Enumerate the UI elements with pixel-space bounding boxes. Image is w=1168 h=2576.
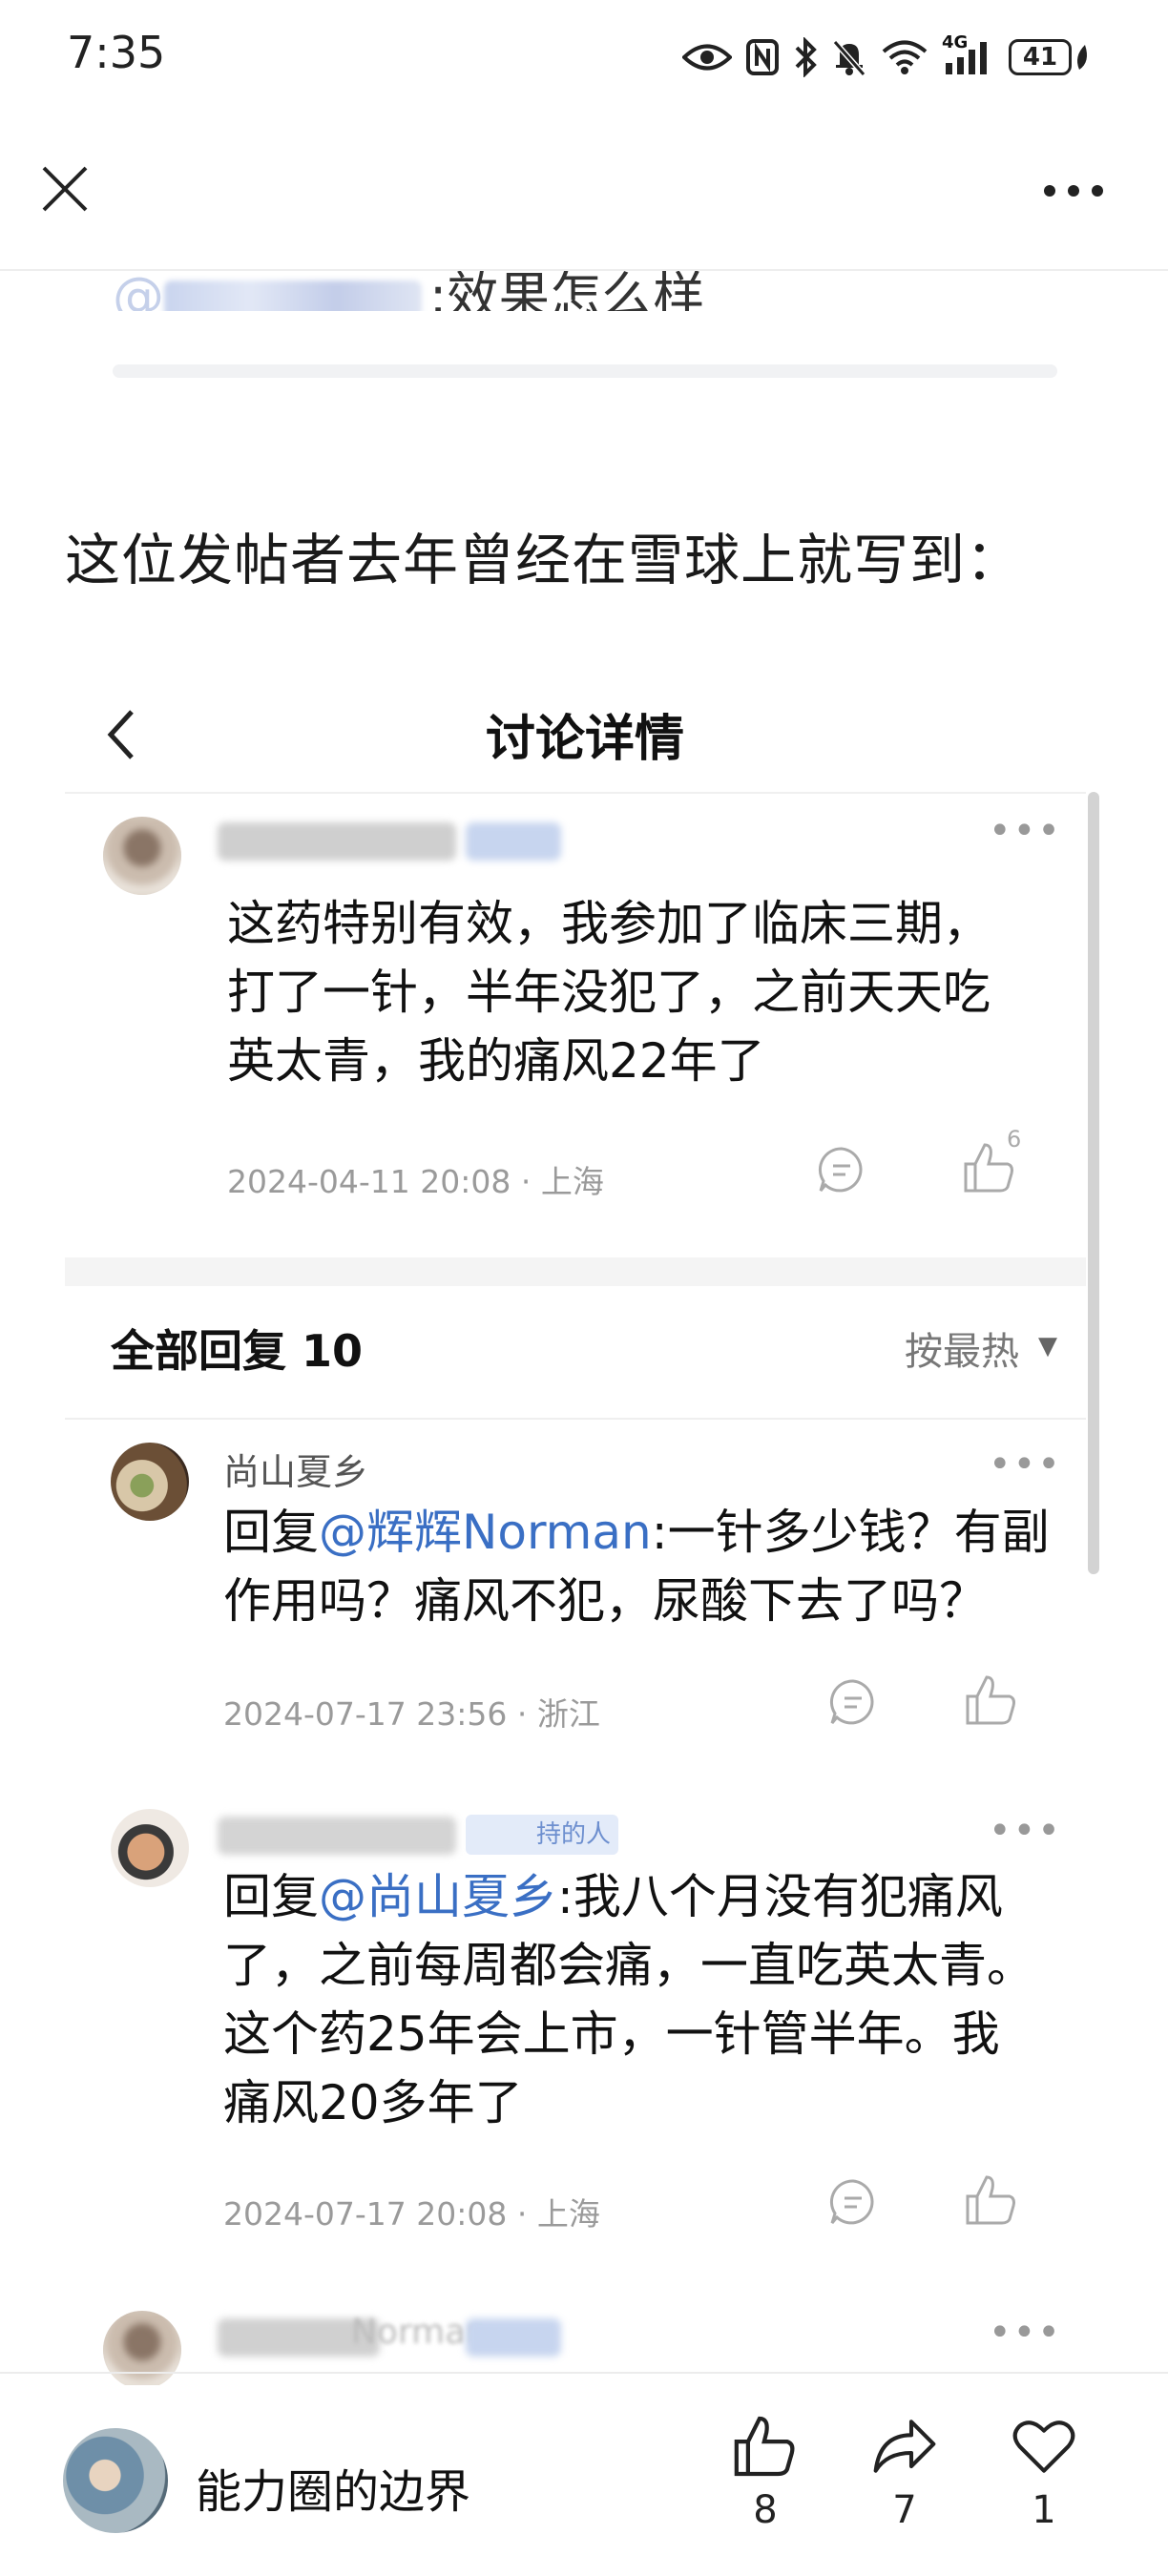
bottom-bar-divider bbox=[0, 2372, 1168, 2374]
post-author-badge-blurred bbox=[466, 822, 561, 861]
reply-like-icon[interactable] bbox=[964, 1673, 1019, 1727]
reply-prefix: 回复 bbox=[223, 1869, 319, 1924]
reply-comment-icon[interactable] bbox=[828, 2177, 878, 2227]
nfc-icon bbox=[745, 38, 780, 76]
reply-author-badge: 持的人 bbox=[466, 1815, 618, 1855]
mute-bell-icon bbox=[831, 38, 867, 76]
reply-text: 回复@辉辉Norman:一针多少钱？有副 作用吗？痛风不犯，尿酸下去了吗？ bbox=[223, 1498, 1050, 1635]
replies-divider bbox=[65, 1418, 1086, 1420]
favorite-count: 1 bbox=[1032, 2488, 1056, 2532]
post-text-line: 英太青，我的痛风22年了 bbox=[227, 1033, 765, 1089]
like-count: 8 bbox=[753, 2488, 778, 2532]
blurred-username bbox=[164, 280, 422, 311]
status-time: 7:35 bbox=[67, 27, 166, 78]
reply-mention[interactable]: @尚山夏乡 bbox=[319, 1869, 557, 1924]
reply-avatar bbox=[103, 2311, 181, 2385]
heart-icon bbox=[1012, 2420, 1075, 2473]
post-meta: 2024-04-11 20:08 · 上海 bbox=[227, 1163, 604, 1200]
reply-text-line: :一针多少钱？有副 bbox=[651, 1505, 1050, 1560]
reply-author-badge-blurred bbox=[466, 2318, 561, 2357]
status-bar: 7:35 4G 41 bbox=[0, 0, 1168, 114]
scrollbar bbox=[1088, 792, 1099, 1574]
post-like-count: 6 bbox=[1007, 1126, 1022, 1153]
reply-avatar bbox=[111, 1809, 189, 1887]
article-paragraph: 这位发帖者去年曾经在雪球上就写到： bbox=[65, 528, 1023, 592]
status-icons: 4G 41 bbox=[682, 29, 1093, 86]
close-button[interactable] bbox=[38, 162, 92, 216]
reply-text-line: 了，之前每周都会痛，一直吃英太青。 bbox=[223, 1938, 1034, 1993]
post-author-name-blurred bbox=[218, 822, 456, 861]
embedded-title: 讨论详情 bbox=[485, 711, 684, 768]
mention-at: @ bbox=[113, 266, 164, 311]
section-separator bbox=[65, 1257, 1086, 1286]
quote-block-bottom bbox=[113, 364, 1057, 378]
wifi-icon bbox=[881, 39, 928, 75]
post-author-avatar bbox=[103, 817, 181, 895]
back-arrow-icon bbox=[107, 710, 134, 759]
eye-icon bbox=[682, 41, 732, 73]
embedded-header-divider bbox=[65, 792, 1086, 794]
post-more-icon[interactable]: ••• bbox=[989, 809, 1062, 853]
reply-text-line: 作用吗？痛风不犯，尿酸下去了吗？ bbox=[223, 1573, 987, 1629]
share-button[interactable]: 7 bbox=[847, 2414, 962, 2532]
bluetooth-icon bbox=[793, 37, 818, 77]
post-text-line: 打了一针，半年没犯了，之前天天吃 bbox=[227, 965, 991, 1020]
reply-text-line: 这个药25年会上市，一针管半年。我 bbox=[223, 2006, 1000, 2062]
sort-dropdown[interactable]: 按最热 bbox=[905, 1320, 1019, 1376]
reply-text-line: 痛风20多年了 bbox=[223, 2075, 523, 2130]
battery-level: 41 bbox=[1009, 39, 1072, 75]
network-type: 4G bbox=[942, 32, 969, 52]
reply-mention[interactable]: @辉辉Norman bbox=[319, 1505, 652, 1560]
reply-author-name[interactable]: 尚山夏乡 bbox=[223, 1443, 368, 1495]
reply-meta: 2024-07-17 23:56 · 浙江 bbox=[223, 1695, 600, 1733]
share-count: 7 bbox=[892, 2488, 917, 2532]
close-icon bbox=[42, 166, 88, 212]
reply-like-icon[interactable] bbox=[964, 2173, 1019, 2227]
share-icon bbox=[873, 2420, 936, 2473]
reply-avatar bbox=[111, 1443, 189, 1521]
reply-author-name-blurred bbox=[218, 1817, 456, 1855]
embedded-header: 讨论详情 bbox=[65, 658, 1105, 792]
thumbs-up-icon bbox=[734, 2416, 795, 2477]
battery-indicator: 41 bbox=[1009, 39, 1093, 75]
favorite-button[interactable]: 1 bbox=[987, 2414, 1101, 2532]
all-replies-title: 全部回复 10 bbox=[111, 1325, 364, 1377]
more-options-button[interactable] bbox=[1040, 172, 1107, 210]
badge-text: 持的人 bbox=[535, 1820, 611, 1849]
author-avatar[interactable] bbox=[63, 2428, 168, 2533]
quoted-comment-snippet: @ :效果怎么样 bbox=[113, 246, 1067, 311]
embedded-screenshot: 讨论详情 ••• 这药特别有效，我参加了临床三期， 打了一针，半年没犯了，之前天… bbox=[65, 658, 1105, 2385]
post-text: 这药特别有效，我参加了临床三期， 打了一针，半年没犯了，之前天天吃 英太青，我的… bbox=[227, 889, 991, 1095]
reply-text: 回复@尚山夏乡:我八个月没有犯痛风 了，之前每周都会痛，一直吃英太青。 这个药2… bbox=[223, 1862, 1034, 2137]
more-icon bbox=[1044, 185, 1103, 197]
signal-icon: 4G bbox=[942, 32, 995, 76]
header-divider bbox=[0, 269, 1168, 271]
reply-prefix: 回复 bbox=[223, 1505, 319, 1560]
reply-more-icon[interactable]: ••• bbox=[989, 1443, 1062, 1486]
post-text-line: 这药特别有效，我参加了临床三期， bbox=[227, 896, 991, 951]
reply-more-icon[interactable]: ••• bbox=[989, 1809, 1062, 1853]
comment-icon[interactable] bbox=[817, 1145, 866, 1195]
reply-more-icon[interactable]: ••• bbox=[989, 2311, 1062, 2355]
reply-meta: 2024-07-17 20:08 · 上海 bbox=[223, 2195, 600, 2233]
author-name[interactable]: 能力圈的边界 bbox=[196, 2454, 470, 2521]
snippet-text: :效果怎么样 bbox=[429, 266, 705, 311]
sort-caret-icon: ▼ bbox=[1038, 1332, 1057, 1361]
like-button[interactable]: 8 bbox=[708, 2414, 823, 2532]
reply-text-line: :我八个月没有犯痛风 bbox=[557, 1869, 1003, 1924]
reply-comment-icon[interactable] bbox=[828, 1677, 878, 1727]
